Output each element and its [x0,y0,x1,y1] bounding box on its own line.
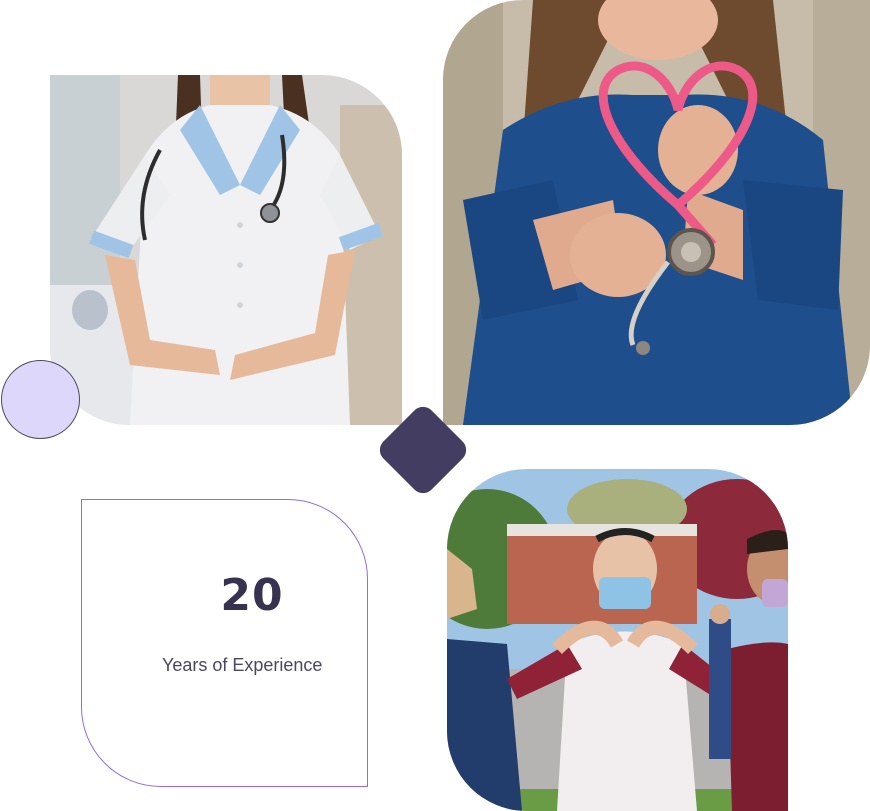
decorative-circle [1,360,80,439]
heart-stethoscope-illustration [443,0,870,425]
experience-years-label: Years of Experience [162,655,323,675]
group-heart-hands-illustration [447,469,788,811]
group-heart-hands-photo [447,469,788,811]
nurse-photo [50,75,402,425]
experience-years-number: 20 [220,570,284,621]
experience-card: 20 Years of Experience [81,499,368,787]
heart-stethoscope-photo [443,0,870,425]
nurse-photo-illustration [50,75,402,425]
